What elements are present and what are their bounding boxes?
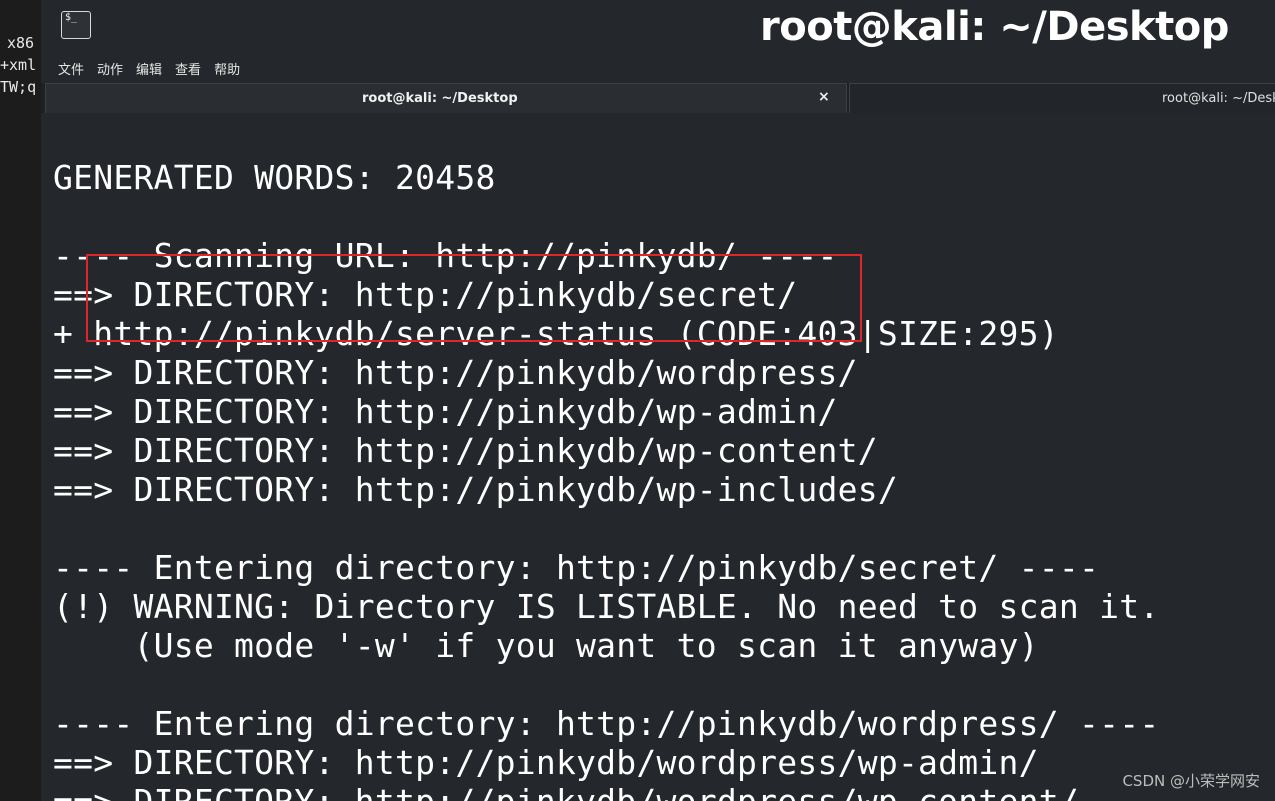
terminal-line: (Use mode '-w' if you want to scan it an… [53,626,1039,665]
window-title: root@kali: ~/Desktop [760,4,1229,50]
title-bar[interactable]: $_ 文件 动作 编辑 查看 帮助 root@kali: ~/Desktop [41,0,1275,83]
background-text-line: TW;q [0,78,37,96]
terminal-line: ==> DIRECTORY: http://pinkydb/wordpress/ [53,353,858,392]
tab-inactive[interactable]: root@kali: ~/Desktop [849,83,1275,113]
terminal-line: ==> DIRECTORY: http://pinkydb/wp-content… [53,431,878,470]
terminal-line: (!) WARNING: Directory IS LISTABLE. No n… [53,587,1160,626]
menu-help[interactable]: 帮助 [214,59,240,78]
background-text-line: x86 [7,34,35,52]
terminal-output[interactable]: GENERATED WORDS: 20458 ---- Scanning URL… [53,113,1275,801]
tab-label: root@kali: ~/Desktop [362,91,518,106]
menu-bar: 文件 动作 编辑 查看 帮助 [58,59,240,78]
menu-view[interactable]: 查看 [175,59,201,78]
terminal-line: GENERATED WORDS: 20458 [53,158,496,197]
tab-active[interactable]: root@kali: ~/Desktop × [45,83,847,113]
annotation-highlight-box [86,254,862,342]
terminal-line: ---- Entering directory: http://pinkydb/… [53,704,1160,743]
menu-edit[interactable]: 编辑 [136,59,162,78]
menu-action[interactable]: 动作 [97,59,123,78]
terminal-line: ---- Entering directory: http://pinkydb/… [53,548,1100,587]
background-window: x86 +xml TW;q [0,0,44,801]
menu-file[interactable]: 文件 [58,59,84,78]
terminal-line: ==> DIRECTORY: http://pinkydb/wp-include… [53,470,898,509]
terminal-window: $_ 文件 动作 编辑 查看 帮助 root@kali: ~/Desktop r… [41,0,1275,801]
terminal-line: ==> DIRECTORY: http://pinkydb/wp-admin/ [53,392,838,431]
tab-bar: root@kali: ~/Desktop × root@kali: ~/Desk… [41,83,1275,113]
terminal-icon: $_ [61,11,91,39]
background-text-line: +xml [0,56,37,74]
terminal-line: ==> DIRECTORY: http://pinkydb/wordpress/… [53,782,1079,801]
tab-label: root@kali: ~/Desktop [1162,91,1275,106]
watermark: CSDN @小荣学网安 [1122,772,1260,790]
close-icon[interactable]: × [818,89,830,105]
terminal-line: ==> DIRECTORY: http://pinkydb/wordpress/… [53,743,1039,782]
